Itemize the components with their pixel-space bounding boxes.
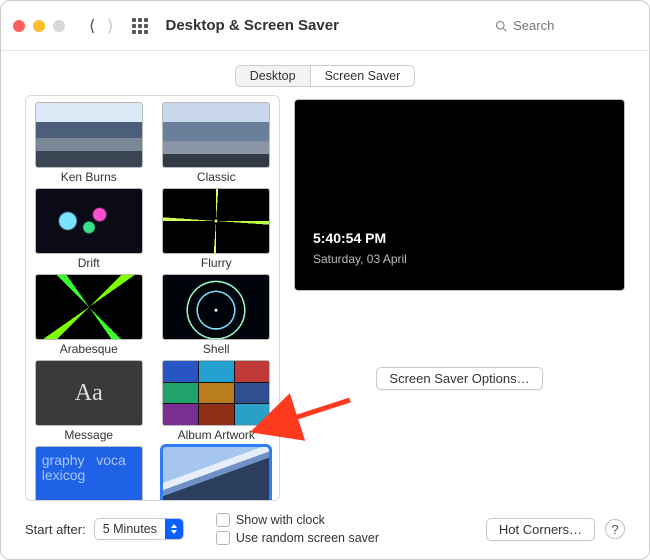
label-ken-burns: Ken Burns xyxy=(61,170,117,184)
hot-corners-button[interactable]: Hot Corners… xyxy=(486,518,595,541)
thumbnail-ken-burns xyxy=(35,102,143,168)
screensaver-item-album-artwork[interactable]: Album Artwork xyxy=(162,360,272,442)
segmented-control: Desktop Screen Saver xyxy=(235,65,416,87)
start-after-group: Start after: 5 Minutes xyxy=(25,518,184,540)
traffic-lights xyxy=(13,20,65,32)
tab-screen-saver[interactable]: Screen Saver xyxy=(310,66,415,86)
footer: Start after: 5 Minutes Show with clock U… xyxy=(1,507,649,559)
screensaver-item-aerial[interactable]: Aerial xyxy=(162,446,272,501)
back-button[interactable]: ⟨ xyxy=(89,16,95,36)
preferences-window: ⟨ ⟩ Desktop & Screen Saver Desktop Scree… xyxy=(0,0,650,560)
thumbnail-aerial xyxy=(162,446,270,501)
zoom-window-button[interactable] xyxy=(53,20,65,32)
label-flurry: Flurry xyxy=(201,256,232,270)
label-message: Message xyxy=(64,428,113,442)
label-arabesque: Arabesque xyxy=(60,342,118,356)
label-classic: Classic xyxy=(197,170,236,184)
titlebar: ⟨ ⟩ Desktop & Screen Saver xyxy=(1,1,649,51)
show-with-clock-row[interactable]: Show with clock xyxy=(216,513,379,527)
label-album-artwork: Album Artwork xyxy=(178,428,255,442)
preview-time: 5:40:54 PM xyxy=(313,230,386,246)
start-after-select[interactable]: 5 Minutes xyxy=(94,518,184,540)
thumbnail-arabesque xyxy=(35,274,143,340)
screensaver-preview[interactable]: 5:40:54 PM Saturday, 03 April xyxy=(294,99,625,291)
use-random-row[interactable]: Use random screen saver xyxy=(216,531,379,545)
screensaver-item-drift[interactable]: Drift xyxy=(34,188,144,270)
select-stepper-icon xyxy=(165,518,183,540)
close-window-button[interactable] xyxy=(13,20,25,32)
preview-panel: 5:40:54 PM Saturday, 03 April Screen Sav… xyxy=(294,95,625,501)
screensaver-item-ken-burns[interactable]: Ken Burns xyxy=(34,102,144,184)
thumbnail-flurry xyxy=(162,188,270,254)
nav-arrows: ⟨ ⟩ xyxy=(89,16,114,36)
thumbnail-shell xyxy=(162,274,270,340)
label-shell: Shell xyxy=(203,342,230,356)
screensaver-item-message[interactable]: Aa Message xyxy=(34,360,144,442)
minimize-window-button[interactable] xyxy=(33,20,45,32)
thumbnail-drift xyxy=(35,188,143,254)
tab-bar: Desktop Screen Saver xyxy=(1,51,649,95)
window-title: Desktop & Screen Saver xyxy=(166,17,339,34)
content-area: Ken Burns Classic Drift Flurry Arabesque xyxy=(1,95,649,507)
use-random-label: Use random screen saver xyxy=(236,531,379,545)
preview-date: Saturday, 03 April xyxy=(313,252,407,266)
screensaver-list[interactable]: Ken Burns Classic Drift Flurry Arabesque xyxy=(25,95,280,501)
start-after-value: 5 Minutes xyxy=(95,522,165,536)
thumbnail-classic xyxy=(162,102,270,168)
search-icon xyxy=(495,19,507,33)
search-input[interactable] xyxy=(513,18,629,33)
screensaver-item-shell[interactable]: Shell xyxy=(162,274,272,356)
screensaver-item-classic[interactable]: Classic xyxy=(162,102,272,184)
screen-saver-options-button[interactable]: Screen Saver Options… xyxy=(376,367,542,390)
thumbnail-message: Aa xyxy=(35,360,143,426)
screensaver-item-arabesque[interactable]: Arabesque xyxy=(34,274,144,356)
show-all-icon[interactable] xyxy=(132,18,148,34)
thumbnail-word-of-the-day: graphy voca lexicog xyxy=(35,446,143,501)
screensaver-item-flurry[interactable]: Flurry xyxy=(162,188,272,270)
start-after-label: Start after: xyxy=(25,522,86,537)
use-random-checkbox[interactable] xyxy=(216,531,230,545)
show-with-clock-label: Show with clock xyxy=(236,513,325,527)
thumbnail-album-artwork xyxy=(162,360,270,426)
show-with-clock-checkbox[interactable] xyxy=(216,513,230,527)
search-field[interactable] xyxy=(487,13,637,39)
tab-desktop[interactable]: Desktop xyxy=(236,66,310,86)
label-drift: Drift xyxy=(78,256,100,270)
forward-button: ⟩ xyxy=(107,16,113,36)
help-button[interactable]: ? xyxy=(605,519,625,539)
screensaver-item-word-of-the-day[interactable]: graphy voca lexicog Word of the Day xyxy=(34,446,144,501)
